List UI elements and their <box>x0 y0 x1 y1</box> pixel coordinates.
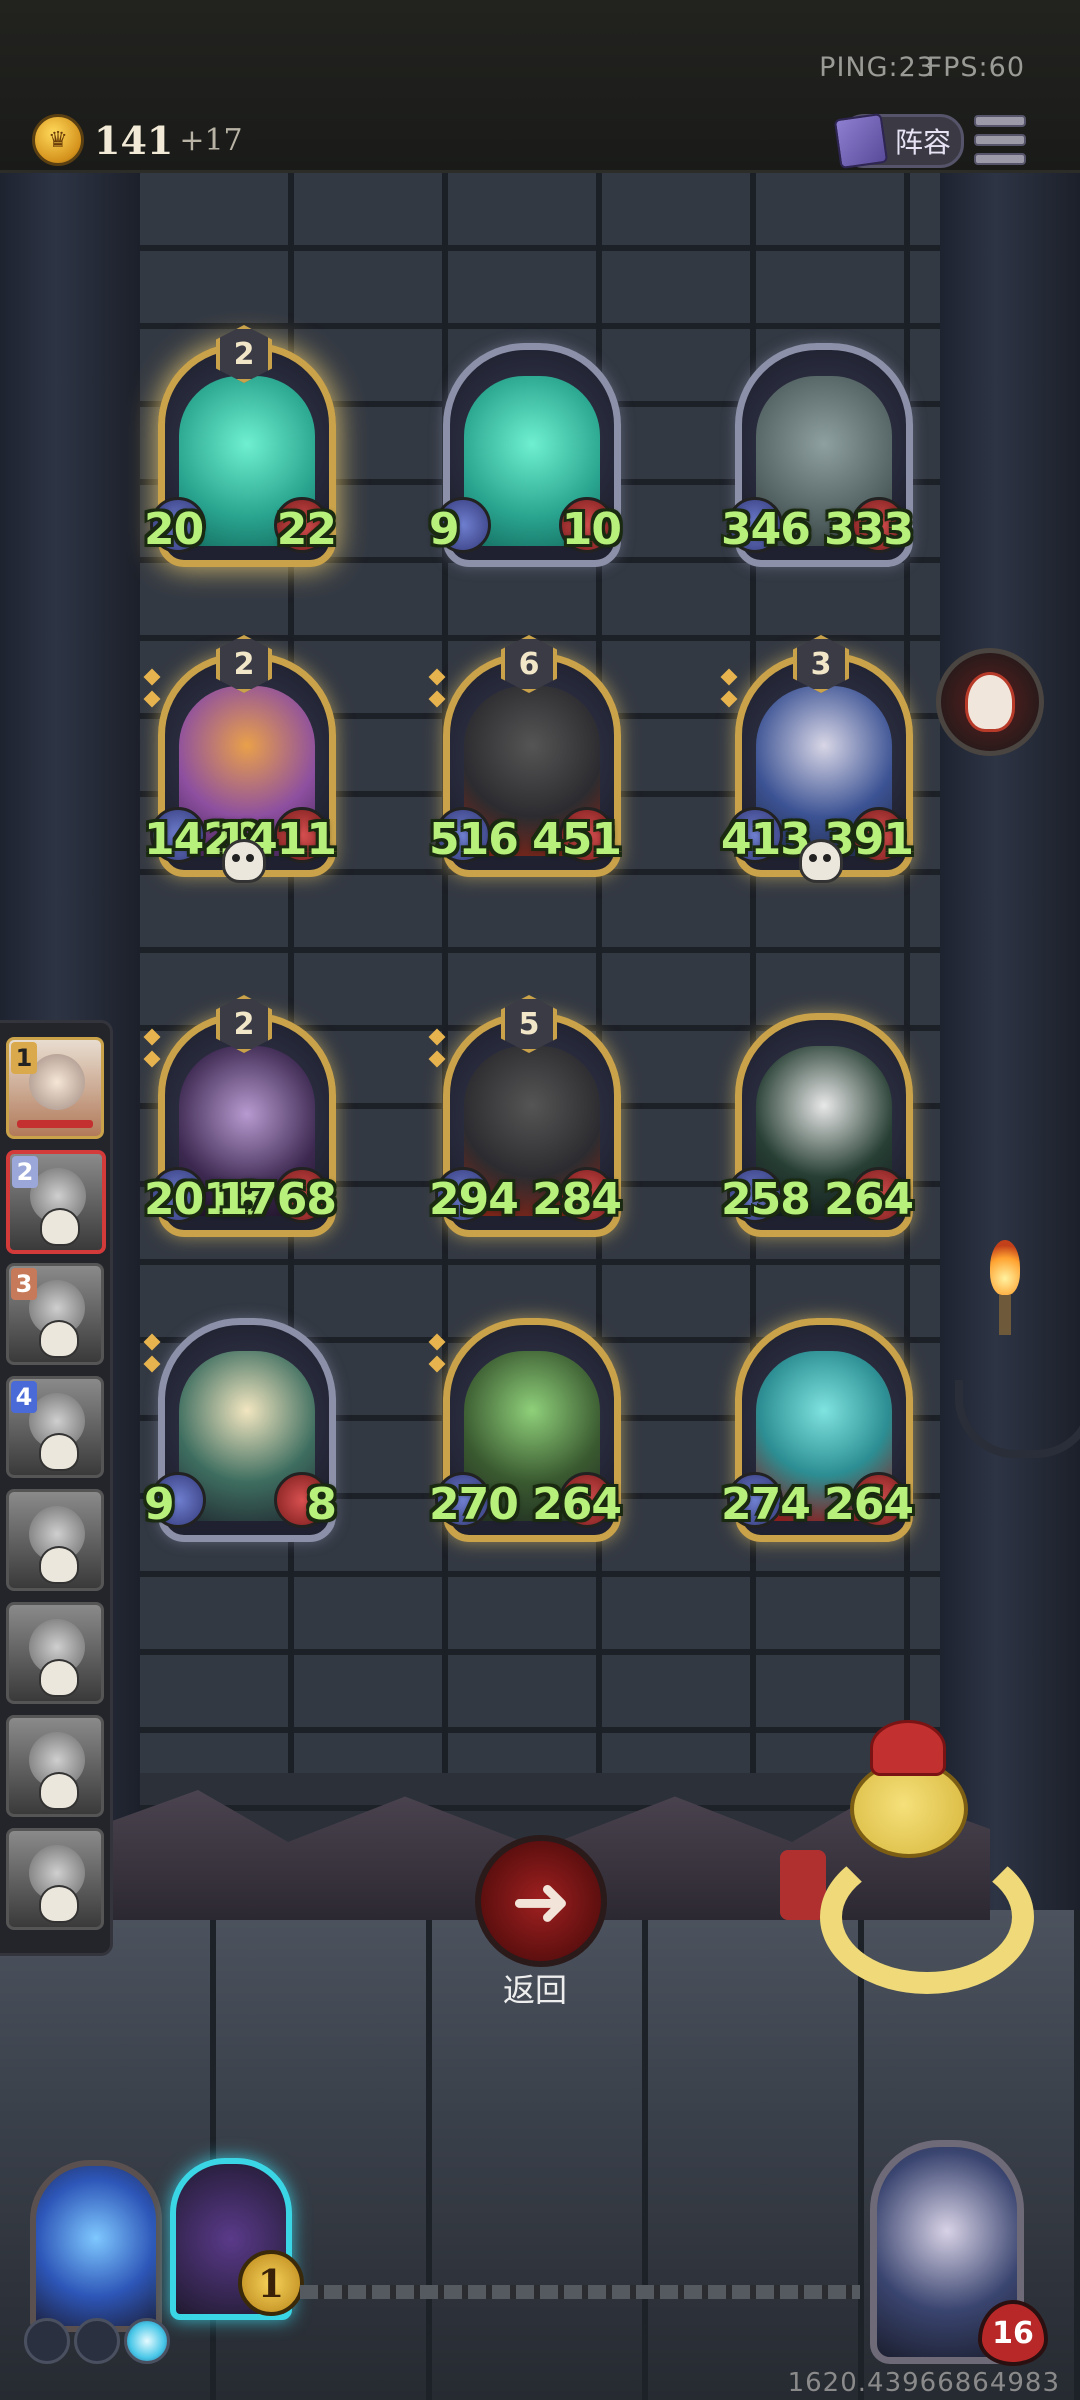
book-icon <box>833 112 889 170</box>
ping-readout: PING:23 <box>819 52 935 83</box>
footer-number: 1620.43966864983 <box>787 2368 1060 2398</box>
attack-value: 413 <box>721 814 811 865</box>
back-button[interactable]: ➜ <box>475 1835 607 1967</box>
player-slot-hat-avatar[interactable] <box>6 1828 104 1930</box>
hero-card[interactable]: 2 20 22 <box>144 325 337 567</box>
snake-mascot[interactable] <box>780 1720 1034 1994</box>
hero-card[interactable]: 3 413 391 <box>720 635 914 883</box>
hero-card[interactable]: 98 <box>143 1300 337 1542</box>
player-slot-elf-avatar[interactable] <box>6 1602 104 1704</box>
attack-value: 516 <box>429 814 519 865</box>
health-value: 22 <box>276 504 337 555</box>
player-slot-girl-avatar[interactable]: 3 <box>6 1263 104 1365</box>
top-bar: PING:23 FPS:60 ♛ 141 +17 阵容 <box>0 0 1080 173</box>
player-slot-knight-avatar[interactable]: 2 <box>6 1150 106 1254</box>
upgrade-pips <box>428 668 446 715</box>
back-label: 返回 <box>502 1971 567 2009</box>
upgrade-pips <box>428 1028 446 1075</box>
player-rank: 4 <box>11 1381 37 1413</box>
skull-icon <box>39 1433 79 1471</box>
attack-value: 20 <box>144 504 204 555</box>
arrow-left-icon: ➜ <box>510 1859 572 1943</box>
player-rank: 2 <box>12 1156 38 1188</box>
skull-icon <box>40 1208 80 1246</box>
player-ranking-list: 1 2 3 4 <box>0 1020 113 1956</box>
coin-value: 141 <box>94 117 174 163</box>
attack-value: 294 <box>429 1174 519 1225</box>
skull-icon <box>39 1320 79 1358</box>
health-value: 264 <box>532 1479 622 1530</box>
upgrade-pips <box>143 668 161 715</box>
player-slot-white-witch-avatar[interactable]: 1 <box>6 1037 104 1139</box>
skull-icon <box>39 1546 79 1584</box>
attack-value: 274 <box>721 1479 811 1530</box>
coin-bonus: +17 <box>179 122 243 158</box>
snake-body <box>820 1840 1034 1994</box>
hero-card[interactable]: 258 264 <box>721 995 914 1237</box>
hero-card[interactable]: 9 10 <box>429 325 622 567</box>
skull-icon <box>799 839 843 883</box>
upgrade-pips <box>720 668 738 715</box>
coin-display: ♛ 141 +17 <box>32 112 243 168</box>
mana-orb-icon <box>124 2318 170 2364</box>
snake-hat <box>870 1720 946 1776</box>
right-pillar <box>940 173 1080 1923</box>
health-value: 1768 <box>217 1174 337 1225</box>
player-slot-pirate-avatar[interactable] <box>6 1715 104 1817</box>
skull-mask-icon <box>965 672 1015 732</box>
attack-value: 258 <box>721 1174 811 1225</box>
hero-card[interactable]: 5 294 284 <box>428 995 622 1237</box>
hero-card[interactable]: 274 264 <box>721 1300 914 1542</box>
upgrade-pips <box>143 1028 161 1075</box>
attack-value: 270 <box>429 1479 519 1530</box>
hero-card[interactable]: 2 1429 1411 <box>143 635 337 883</box>
menu-icon <box>974 115 1026 127</box>
health-value: 284 <box>532 1174 622 1225</box>
mana-orb-icon <box>74 2318 120 2364</box>
upgrade-pips <box>428 1333 446 1380</box>
lineup-button[interactable]: 阵容 <box>833 112 964 170</box>
skull-icon <box>222 839 266 883</box>
portal-count-badge: 1 <box>238 2250 304 2316</box>
player-slot-demon-avatar[interactable]: 4 <box>6 1376 104 1478</box>
crystal-ball-shop[interactable] <box>30 2160 162 2332</box>
player-rank: 1 <box>11 1042 37 1074</box>
health-value: 264 <box>824 1479 914 1530</box>
white-witch-avatar <box>29 1054 85 1110</box>
health-value: 8 <box>306 1479 337 1530</box>
player-rank: 3 <box>11 1268 37 1300</box>
chain-decoration <box>300 2285 860 2299</box>
fps-readout: FPS:60 <box>926 52 1025 83</box>
lineup-label: 阵容 <box>895 126 952 159</box>
skull-icon <box>39 1885 79 1923</box>
skull-icon <box>39 1772 79 1810</box>
hero-card[interactable]: 2 2018 1768 <box>143 995 337 1237</box>
attack-value: 346 <box>721 504 811 555</box>
attack-value: 9 <box>429 504 460 555</box>
attack-value: 9 <box>144 1479 175 1530</box>
health-value: 451 <box>532 814 622 865</box>
menu-button[interactable] <box>974 115 1026 165</box>
skull-icon <box>39 1659 79 1697</box>
hero-card[interactable]: 346 333 <box>721 325 914 567</box>
torch-icon <box>985 1240 1025 1335</box>
upgrade-pips <box>143 1333 161 1380</box>
pet-figure <box>780 1850 826 1920</box>
hero-card[interactable]: 270 264 <box>428 1300 622 1542</box>
player-health-bar <box>17 1120 93 1128</box>
health-value: 333 <box>824 504 914 555</box>
enemy-skull-token[interactable] <box>936 648 1044 756</box>
player-slot-lady-avatar[interactable] <box>6 1489 104 1591</box>
coin-icon: ♛ <box>32 114 84 166</box>
hero-card[interactable]: 6 516 451 <box>428 635 622 877</box>
health-value: 264 <box>824 1174 914 1225</box>
mana-orb-icon <box>24 2318 70 2364</box>
health-value: 10 <box>561 504 622 555</box>
